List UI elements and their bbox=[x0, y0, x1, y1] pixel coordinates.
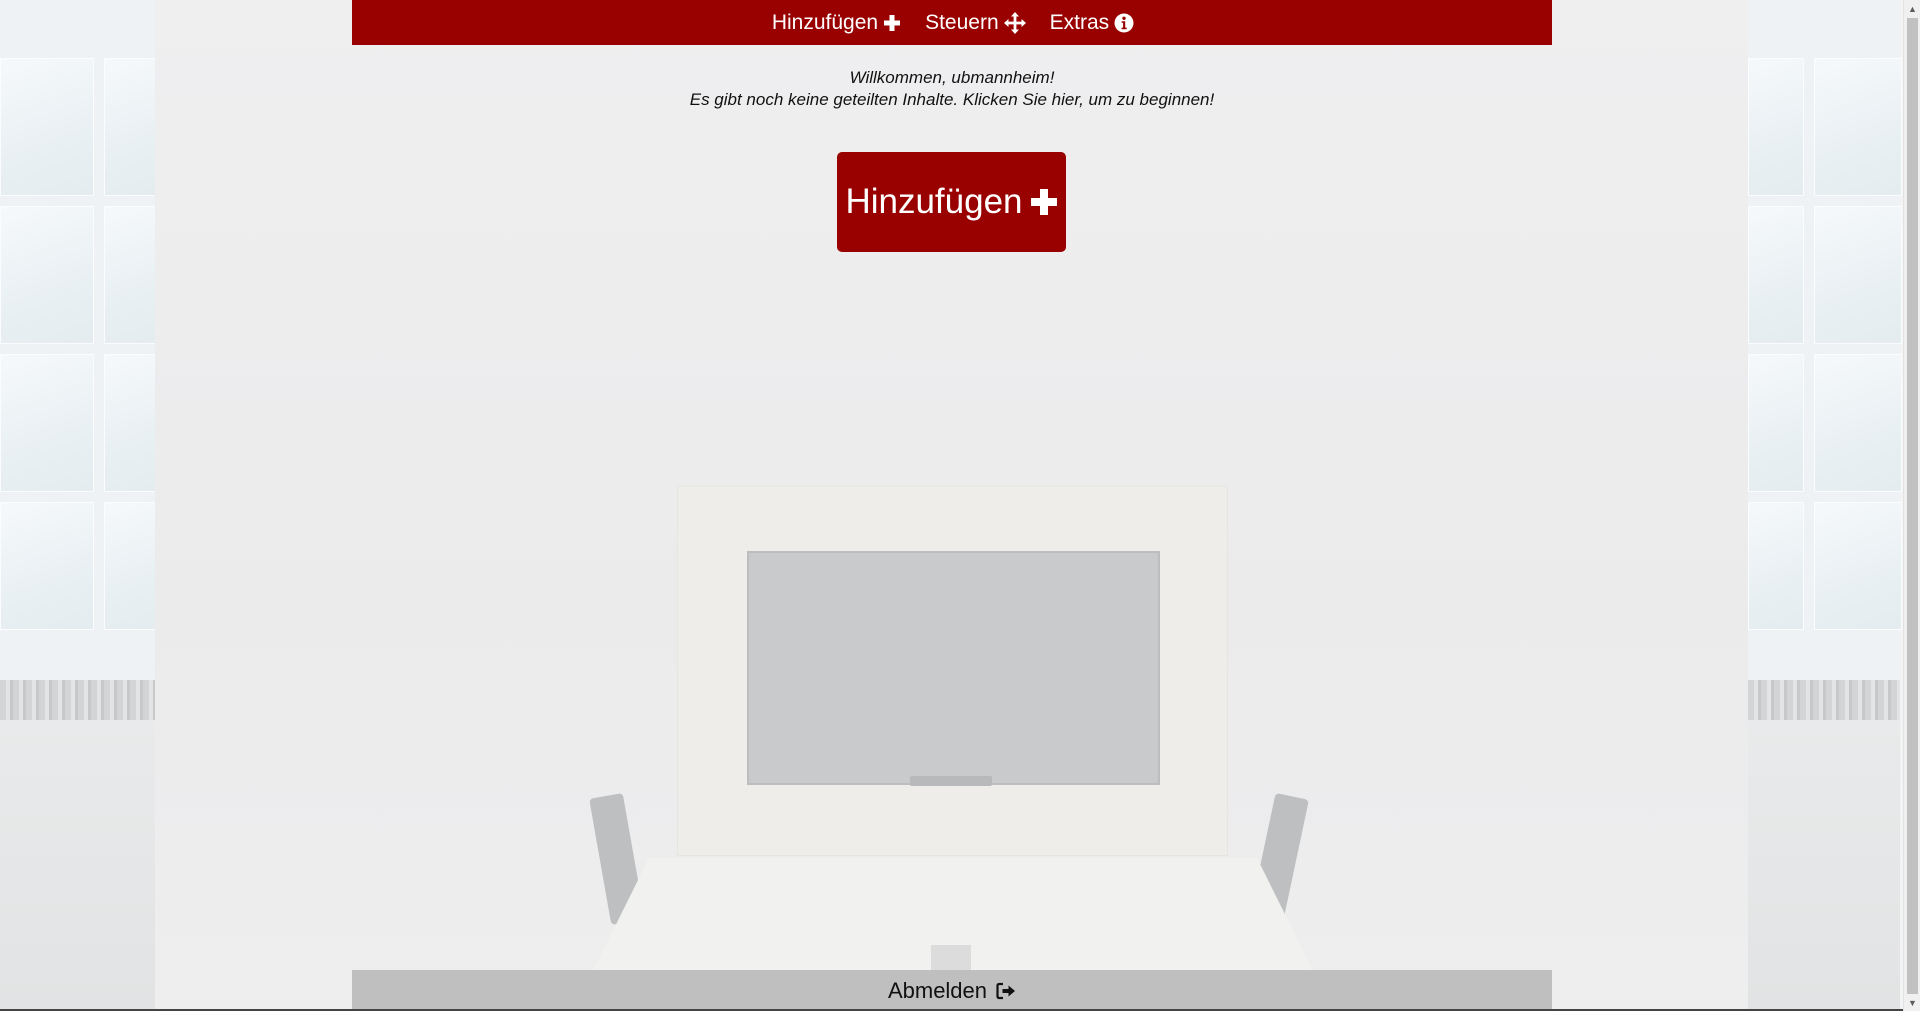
wall-panel bbox=[1748, 720, 1900, 1011]
window-sill bbox=[0, 680, 155, 720]
top-navigation-bar: Hinzufügen Steuern Extras bbox=[352, 0, 1552, 45]
window-pane bbox=[0, 354, 94, 492]
window-pane bbox=[0, 206, 94, 344]
window-pane bbox=[1748, 58, 1804, 196]
window-pane bbox=[1814, 58, 1902, 196]
window-pane bbox=[1748, 354, 1804, 492]
welcome-message: Willkommen, ubmannheim! Es gibt noch kei… bbox=[352, 67, 1552, 111]
add-content-label: Hinzufügen bbox=[845, 182, 1023, 221]
scroll-up-arrow-icon[interactable]: ▲ bbox=[1904, 0, 1920, 17]
info-circle-icon bbox=[1114, 13, 1134, 32]
footer-bar: Abmelden bbox=[352, 970, 1552, 1011]
window-sill bbox=[1748, 680, 1900, 720]
nav-extras[interactable]: Extras bbox=[1048, 11, 1135, 35]
window-pane bbox=[1748, 206, 1804, 344]
window-pane bbox=[104, 58, 157, 196]
nav-add[interactable]: Hinzufügen bbox=[770, 11, 901, 35]
scroll-down-arrow-icon[interactable]: ▼ bbox=[1904, 994, 1920, 1011]
window-pane bbox=[1814, 502, 1902, 630]
nav-add-label: Hinzufügen bbox=[771, 10, 879, 34]
nav-extras-label: Extras bbox=[1049, 10, 1110, 34]
window-pane bbox=[104, 502, 157, 630]
welcome-greeting: Willkommen, ubmannheim! bbox=[849, 68, 1055, 87]
nav-control[interactable]: Steuern bbox=[923, 11, 1026, 35]
sign-out-icon bbox=[996, 982, 1016, 999]
window-pane bbox=[0, 502, 94, 630]
vertical-scrollbar[interactable]: ▲ ▼ bbox=[1903, 0, 1920, 1011]
camera-bar bbox=[910, 776, 992, 786]
window-pane bbox=[104, 354, 157, 492]
window-pane bbox=[0, 58, 94, 196]
nav-control-label: Steuern bbox=[925, 10, 999, 34]
wall-panel bbox=[0, 720, 155, 1011]
scrollbar-thumb[interactable] bbox=[1907, 18, 1918, 994]
plus-icon bbox=[884, 14, 901, 31]
welcome-hint[interactable]: Es gibt noch keine geteilten Inhalte. Kl… bbox=[352, 89, 1552, 111]
logout-label: Abmelden bbox=[887, 977, 988, 1003]
add-content-button[interactable]: Hinzufügen bbox=[837, 152, 1066, 252]
window-pane bbox=[1814, 206, 1902, 344]
plus-icon bbox=[1030, 189, 1057, 215]
move-arrows-icon bbox=[1003, 11, 1026, 34]
logout-button[interactable]: Abmelden bbox=[888, 978, 1016, 1004]
display-screen bbox=[747, 551, 1160, 785]
window-pane bbox=[104, 206, 157, 344]
window-pane bbox=[1748, 502, 1804, 630]
window-pane bbox=[1814, 354, 1902, 492]
